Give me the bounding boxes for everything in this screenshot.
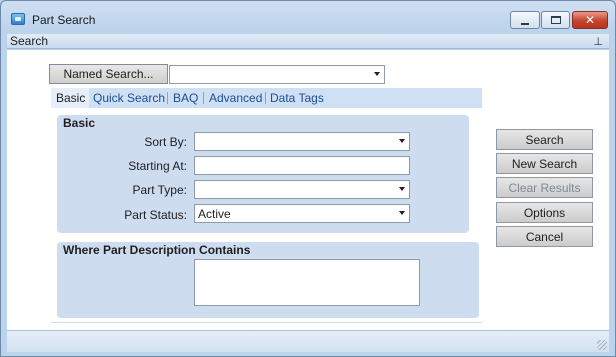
named-search-button[interactable]: Named Search... [49, 64, 168, 84]
status-bar [7, 330, 609, 352]
part-status-label: Part Status: [124, 208, 187, 222]
maximize-button[interactable] [541, 11, 570, 29]
description-group-title: Where Part Description Contains [63, 243, 251, 257]
tab-baq[interactable]: BAQ [173, 88, 198, 108]
tab-panel-divider [51, 322, 482, 323]
starting-at-label: Starting At: [128, 159, 187, 173]
title-bar[interactable]: Part Search ✕ [1, 1, 615, 33]
app-window-icon [11, 13, 25, 25]
options-button[interactable]: Options [496, 202, 593, 223]
minimize-button[interactable] [510, 11, 540, 29]
pin-icon[interactable]: ⊥ [593, 35, 603, 48]
part-status-combo[interactable]: Active [194, 204, 410, 223]
part-type-label: Part Type: [132, 183, 187, 197]
tab-basic[interactable]: Basic [51, 88, 89, 108]
tab-advanced[interactable]: Advanced [209, 88, 262, 108]
maximize-icon [550, 16, 561, 24]
basic-group: Basic Sort By: Starting At: Part Type: P… [57, 115, 469, 233]
tab-data-tags[interactable]: Data Tags [270, 88, 324, 108]
search-content: Named Search... Basic Quick Search BAQ A… [7, 50, 609, 330]
close-icon: ✕ [584, 13, 596, 27]
minimize-icon [521, 22, 529, 25]
named-search-combo[interactable] [169, 65, 385, 84]
part-search-window: Part Search ✕ Search ⊥ Named Search... B… [0, 0, 616, 357]
tab-separator [167, 92, 168, 104]
search-tabs: Basic Quick Search BAQ Advanced Data Tag… [51, 88, 482, 108]
chevron-down-icon[interactable] [374, 72, 380, 76]
part-type-combo[interactable] [194, 180, 410, 199]
clear-results-button[interactable]: Clear Results [496, 177, 593, 198]
resize-grip-icon[interactable] [597, 340, 607, 350]
tab-separator [265, 92, 266, 104]
tab-separator [203, 92, 204, 104]
basic-tab-panel: Basic Sort By: Starting At: Part Type: P… [51, 108, 482, 330]
tab-quick-search[interactable]: Quick Search [93, 88, 165, 108]
chevron-down-icon[interactable] [399, 187, 405, 191]
starting-at-input[interactable] [194, 156, 410, 175]
sort-by-combo[interactable] [194, 132, 410, 151]
part-status-value: Active [198, 207, 231, 221]
chevron-down-icon[interactable] [399, 139, 405, 143]
sort-by-label: Sort By: [144, 135, 187, 149]
panel-header-title: Search [10, 34, 49, 48]
new-search-button[interactable]: New Search [496, 153, 593, 174]
search-panel-header: Search ⊥ [7, 34, 609, 49]
chevron-down-icon[interactable] [399, 211, 405, 215]
search-button[interactable]: Search [496, 129, 593, 150]
cancel-button[interactable]: Cancel [496, 226, 593, 247]
basic-group-title: Basic [63, 116, 96, 130]
close-button[interactable]: ✕ [572, 11, 608, 29]
description-group: Where Part Description Contains [57, 242, 479, 318]
description-input[interactable] [194, 259, 420, 306]
window-title: Part Search [32, 13, 96, 27]
